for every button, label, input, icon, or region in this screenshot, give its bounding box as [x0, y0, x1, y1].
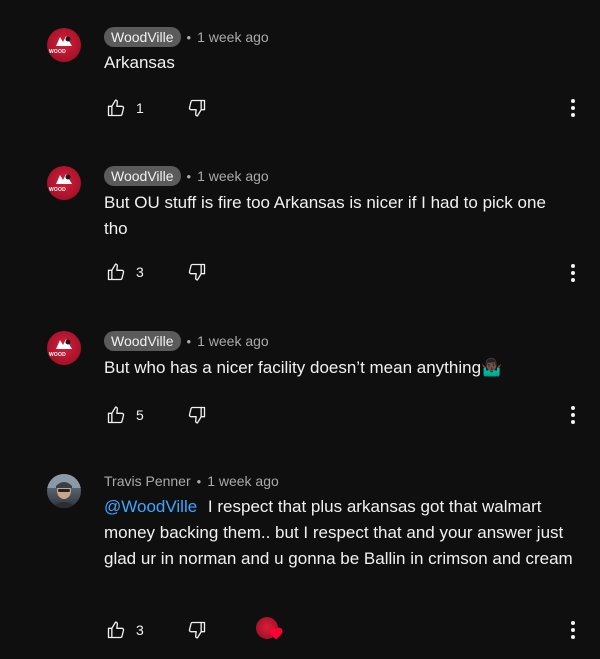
- comment-text: But OU stuff is fire too Arkansas is nic…: [104, 193, 546, 238]
- thumbs-down-icon: [188, 621, 206, 639]
- timestamp[interactable]: 1 week ago: [207, 473, 279, 489]
- mention-link[interactable]: @WoodVille: [104, 497, 197, 516]
- like-button[interactable]: 3: [106, 620, 144, 640]
- author-name[interactable]: WoodVille: [104, 331, 181, 351]
- author-name[interactable]: WoodVille: [104, 27, 181, 47]
- like-count: 5: [136, 407, 144, 423]
- heart-icon: [269, 627, 283, 640]
- profile-photo-icon: [47, 474, 81, 508]
- like-button[interactable]: 3: [106, 262, 144, 282]
- thumbs-up-icon: [107, 263, 125, 281]
- comment-item: WOOD WoodVille • 1 week ago Arkansas 1: [0, 0, 600, 140]
- like-button[interactable]: 1: [106, 98, 144, 118]
- comment-item: WOOD WoodVille • 1 week ago But who has …: [0, 305, 600, 445]
- dislike-button[interactable]: [187, 620, 207, 640]
- author-name[interactable]: WoodVille: [104, 166, 181, 186]
- avatar-logo-text: WOOD: [49, 49, 66, 55]
- more-actions-icon[interactable]: [565, 262, 581, 284]
- thumbs-up-icon: [107, 99, 125, 117]
- separator-dot: •: [186, 168, 192, 184]
- comment-text: @WoodVille I respect that plus arkansas …: [104, 494, 574, 572]
- like-count: 1: [136, 100, 144, 116]
- avatar[interactable]: WOOD: [47, 166, 81, 200]
- more-actions-icon[interactable]: [565, 97, 581, 119]
- like-count: 3: [136, 622, 144, 638]
- avatar[interactable]: WOOD: [47, 28, 81, 62]
- like-button[interactable]: 5: [106, 405, 144, 425]
- dislike-button[interactable]: [187, 405, 207, 425]
- dislike-button[interactable]: [187, 98, 207, 118]
- thumbs-up-icon: [107, 406, 125, 424]
- logo-mark-icon: [56, 36, 72, 46]
- creator-heart-badge[interactable]: [256, 617, 286, 647]
- timestamp[interactable]: 1 week ago: [197, 333, 269, 349]
- comment-item: Travis Penner • 1 week ago @WoodVille I …: [0, 445, 600, 659]
- timestamp[interactable]: 1 week ago: [197, 29, 269, 45]
- thumbs-down-icon: [188, 263, 206, 281]
- comment-meta: WoodVille • 1 week ago: [104, 26, 269, 48]
- more-actions-icon[interactable]: [565, 619, 581, 641]
- thumbs-down-icon: [188, 406, 206, 424]
- avatar-logo-text: WOOD: [49, 187, 66, 193]
- separator-dot: •: [196, 473, 202, 489]
- more-actions-icon[interactable]: [565, 404, 581, 426]
- comment-meta: WoodVille • 1 week ago: [104, 330, 269, 352]
- comment-meta: WoodVille • 1 week ago: [104, 165, 269, 187]
- comment-meta: Travis Penner • 1 week ago: [104, 470, 279, 492]
- comment-text: But who has a nicer facility doesn’t mea…: [104, 358, 503, 377]
- logo-mark-icon: [56, 174, 72, 184]
- avatar-logo-text: WOOD: [49, 352, 66, 358]
- thumbs-up-icon: [107, 621, 125, 639]
- author-name[interactable]: Travis Penner: [104, 473, 191, 489]
- comment-text: Arkansas: [104, 53, 175, 72]
- like-count: 3: [136, 264, 144, 280]
- logo-mark-icon: [56, 339, 72, 349]
- dislike-button[interactable]: [187, 262, 207, 282]
- avatar[interactable]: [47, 474, 81, 508]
- timestamp[interactable]: 1 week ago: [197, 168, 269, 184]
- comment-item: WOOD WoodVille • 1 week ago But OU stuff…: [0, 140, 600, 305]
- thumbs-down-icon: [188, 99, 206, 117]
- avatar[interactable]: WOOD: [47, 331, 81, 365]
- separator-dot: •: [186, 29, 192, 45]
- separator-dot: •: [186, 333, 192, 349]
